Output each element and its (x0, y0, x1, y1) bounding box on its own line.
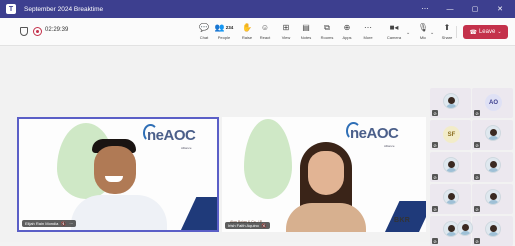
video-tile-participant[interactable]: Alon Bolan & Co. / P neAOC Alliance BKR … (222, 117, 426, 232)
gallery-tile[interactable]: ⊘ (472, 184, 513, 214)
more-options-icon[interactable]: ⋯ (415, 0, 435, 18)
meeting-timer: 02:29:39 (45, 27, 69, 33)
share-button[interactable]: ⬆ Share (437, 22, 457, 44)
mic-off-icon: ⊘ (432, 142, 438, 148)
participant-avatar (457, 220, 473, 236)
close-window-button[interactable]: ✕ (490, 0, 510, 18)
hand-icon: ✋ (242, 23, 252, 32)
navy-shape (177, 197, 217, 230)
mic-muted-icon: 🎙 (417, 23, 429, 32)
gallery-tile[interactable]: ⊘ (430, 152, 471, 182)
mic-off-icon: ⊘ (474, 206, 480, 212)
share-icon: ⬆ (443, 23, 451, 32)
meeting-toolbar: 02:29:39 💬 Chat 👥 234 People ✋ Raise ☺ Re… (0, 18, 515, 46)
title-bar: T September 2024 Breaktime (0, 0, 515, 18)
teams-logo-icon: T (6, 4, 16, 14)
notes-icon: ▤ (302, 23, 310, 32)
participant-avatar (485, 189, 501, 205)
gallery-tile[interactable]: SF ⊘ (430, 120, 471, 150)
raise-hand-button[interactable]: ✋ Raise (237, 22, 257, 44)
participant-avatar (485, 157, 501, 173)
window-title: September 2024 Breaktime (24, 5, 104, 13)
grid-view-icon: ⊞ (282, 23, 290, 32)
bkr-watermark: BKR (394, 217, 411, 224)
participant-initials: SF (443, 126, 460, 143)
camera-icon: ■◂ (389, 23, 399, 32)
logo-arc-icon (346, 122, 361, 140)
react-button[interactable]: ☺ React (255, 22, 275, 44)
mic-off-icon: ⊘ (432, 206, 438, 212)
oneaoc-logo: neAOC (346, 122, 399, 142)
people-count: 234 (225, 25, 234, 30)
rooms-icon: ⧉ (324, 23, 330, 32)
apps-button[interactable]: ⊕ Apps (337, 22, 357, 44)
view-button[interactable]: ⊞ View (276, 22, 296, 44)
gallery-tile[interactable]: AO ⊘ (472, 88, 513, 118)
leave-options-chevron-icon[interactable]: ⌄ (497, 29, 501, 35)
logo-arc-icon (143, 124, 158, 142)
mic-off-icon: ⊘ (474, 174, 480, 180)
mic-off-icon: ⊘ (432, 110, 438, 116)
notes-button[interactable]: ▤ Notes (296, 22, 316, 44)
mic-off-icon: ⊘ (432, 238, 438, 244)
maximize-button[interactable]: ▢ (465, 0, 485, 18)
mic-off-icon: ⊘ (474, 110, 480, 116)
chat-icon: 💬 (199, 23, 209, 32)
recording-icon (33, 27, 42, 36)
minimize-button[interactable]: — (440, 0, 460, 18)
participant-avatar (443, 93, 459, 109)
gallery-tile[interactable]: ⊘ (430, 88, 471, 118)
participant-avatar (443, 157, 459, 173)
oneaoc-logo: neAOC (143, 124, 196, 144)
logo-tagline: Alliance (181, 146, 192, 150)
gallery-tile[interactable] (451, 216, 479, 242)
people-icon: 👥 (214, 23, 225, 32)
people-button[interactable]: 👥 234 People (213, 22, 235, 44)
toolbar-divider (456, 26, 457, 38)
mic-off-icon: ⊘ (432, 174, 438, 180)
gallery-tile[interactable]: ⊘ (472, 120, 513, 150)
participant-nameplate: Elijah Rain Mondia 🔇 ⋯ (22, 220, 77, 227)
gallery-tile[interactable]: ⊘ (472, 152, 513, 182)
logo-tagline: Alliance (384, 144, 395, 148)
more-icon[interactable]: ⋯ (69, 221, 73, 226)
more-button[interactable]: ⋯ More (358, 22, 378, 44)
mic-options-chevron-icon[interactable]: ⌄ (430, 30, 434, 36)
participant-avatar (485, 125, 501, 141)
mic-off-icon: ⊘ (474, 142, 480, 148)
video-tile-speaker[interactable]: neAOC Alliance Elijah Rain Mondia 🔇 ⋯ (17, 117, 219, 232)
mic-off-icon: 🔇 (61, 221, 67, 226)
ellipsis-icon: ⋯ (364, 23, 372, 32)
camera-button[interactable]: ■◂ Camera (383, 22, 405, 44)
leaf-decoration (244, 119, 292, 199)
mic-off-icon: 🔇 (261, 223, 267, 228)
gallery-tile[interactable]: ⊘ (430, 184, 471, 214)
smiley-icon: ☺ (260, 23, 270, 32)
chat-button[interactable]: 💬 Chat (194, 22, 214, 44)
participant-nameplate: Irish Faith Aquino 🔇 (225, 222, 270, 229)
participant-avatar (443, 189, 459, 205)
leave-button[interactable]: ☎ Leave ⌄ (463, 25, 508, 39)
camera-options-chevron-icon[interactable]: ⌄ (406, 30, 410, 36)
apps-icon: ⊕ (343, 23, 351, 32)
rooms-button[interactable]: ⧉ Rooms (317, 22, 337, 44)
participant-avatar (485, 221, 501, 237)
shield-icon[interactable] (20, 27, 28, 36)
phone-hangup-icon: ☎ (469, 29, 477, 36)
participant-initials: AO (485, 94, 502, 111)
